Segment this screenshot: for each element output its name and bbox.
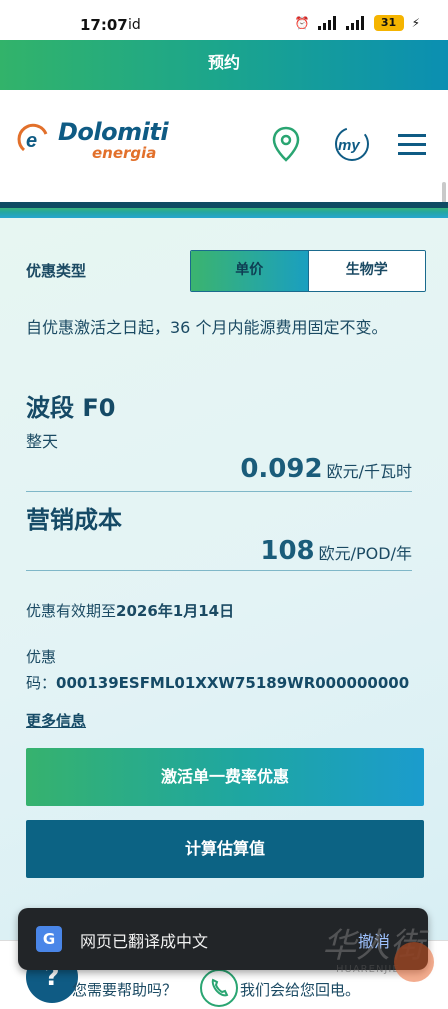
offer-type-label: 优惠类型 (26, 262, 87, 280)
phone-icon[interactable] (200, 969, 238, 1007)
alarm-icon: ⏰ (294, 16, 310, 30)
marketing-price-unit: 欧元/POD/年 (318, 544, 412, 563)
band-price: 0.092 欧元/千瓦时 (240, 454, 412, 484)
watermark-ball-icon (394, 942, 434, 982)
hamburger-menu-icon[interactable] (392, 124, 432, 164)
svg-text:e: e (26, 130, 37, 152)
offer-card: 优惠类型 单价 生物学 自优惠激活之日起，36 个月内能源费用固定不变。 波段 … (0, 218, 448, 1000)
validity-date: 2026年1月14日 (116, 602, 235, 620)
help-text[interactable]: 您需要帮助吗？ (72, 979, 177, 1000)
band-price-unit: 欧元/千瓦时 (326, 462, 412, 481)
divider-line (26, 570, 412, 571)
offer-code: 000139ESFML01XXW75189WR000000000 (56, 674, 410, 692)
scrollbar-thumb[interactable] (442, 182, 446, 204)
validity-prefix: 优惠有效期至 (26, 602, 117, 620)
location-pin-icon[interactable] (266, 124, 306, 164)
validity-text: 优惠有效期至2026年1月14日 (26, 600, 234, 621)
marketing-cost-title: 营销成本 (26, 506, 122, 534)
header-divider (0, 202, 448, 218)
battery-icon: 31 (373, 15, 404, 31)
status-time: 17:07 (80, 16, 128, 34)
toggle-bio[interactable]: 生物学 (307, 251, 425, 291)
my-account-icon[interactable]: my (332, 124, 372, 164)
logo-mark-icon: e (17, 123, 48, 152)
activate-offer-button[interactable]: 激活单一费率优惠 (26, 748, 424, 806)
offer-type-row: 优惠类型 单价 生物学 (26, 248, 426, 292)
google-translate-icon: G (36, 926, 62, 952)
brand-name: Dolomiti (58, 118, 169, 146)
toggle-single-rate[interactable]: 单价 (191, 251, 308, 291)
band-price-value: 0.092 (240, 454, 323, 484)
toast-message: 网页已翻译成中文 (80, 932, 209, 951)
marketing-price: 108 欧元/POD/年 (260, 536, 412, 566)
booking-bar[interactable]: 预约 (0, 40, 448, 90)
divider-line (26, 491, 412, 492)
offer-code-row: 码：000139ESFML01XXW75189WR000000000 (26, 672, 409, 693)
site-header: e Dolomiti energia my (0, 90, 448, 204)
status-bar: 17:07 id ⏰ 31 ⚡ (0, 0, 448, 40)
svg-text:my: my (338, 137, 360, 154)
band-title: 波段 F0 (26, 394, 116, 422)
status-icons: ⏰ 31 ⚡ (295, 15, 420, 31)
calculate-estimate-button[interactable]: 计算估算值 (26, 820, 424, 878)
charging-icon: ⚡ (411, 16, 420, 30)
offer-code-label: 优惠 (26, 648, 57, 666)
watermark-subtext: HUARENJIE (336, 964, 400, 975)
dolomiti-energia-logo[interactable]: e Dolomiti energia (16, 118, 186, 170)
more-info-link[interactable]: 更多信息 (26, 710, 86, 731)
offer-type-toggle: 单价 生物学 (190, 250, 426, 292)
offer-code-prefix: 码： (26, 674, 57, 692)
brand-sub: energia (92, 144, 157, 162)
marketing-price-value: 108 (260, 536, 315, 566)
signal-5g-icon (317, 16, 338, 30)
signal-icon (345, 16, 366, 30)
watermark-logo: 华人街 HUARENJIE (302, 912, 442, 992)
status-carrier-label: id (128, 17, 141, 33)
band-subtitle: 整天 (26, 432, 59, 451)
offer-description: 自优惠激活之日起，36 个月内能源费用固定不变。 (26, 318, 388, 337)
